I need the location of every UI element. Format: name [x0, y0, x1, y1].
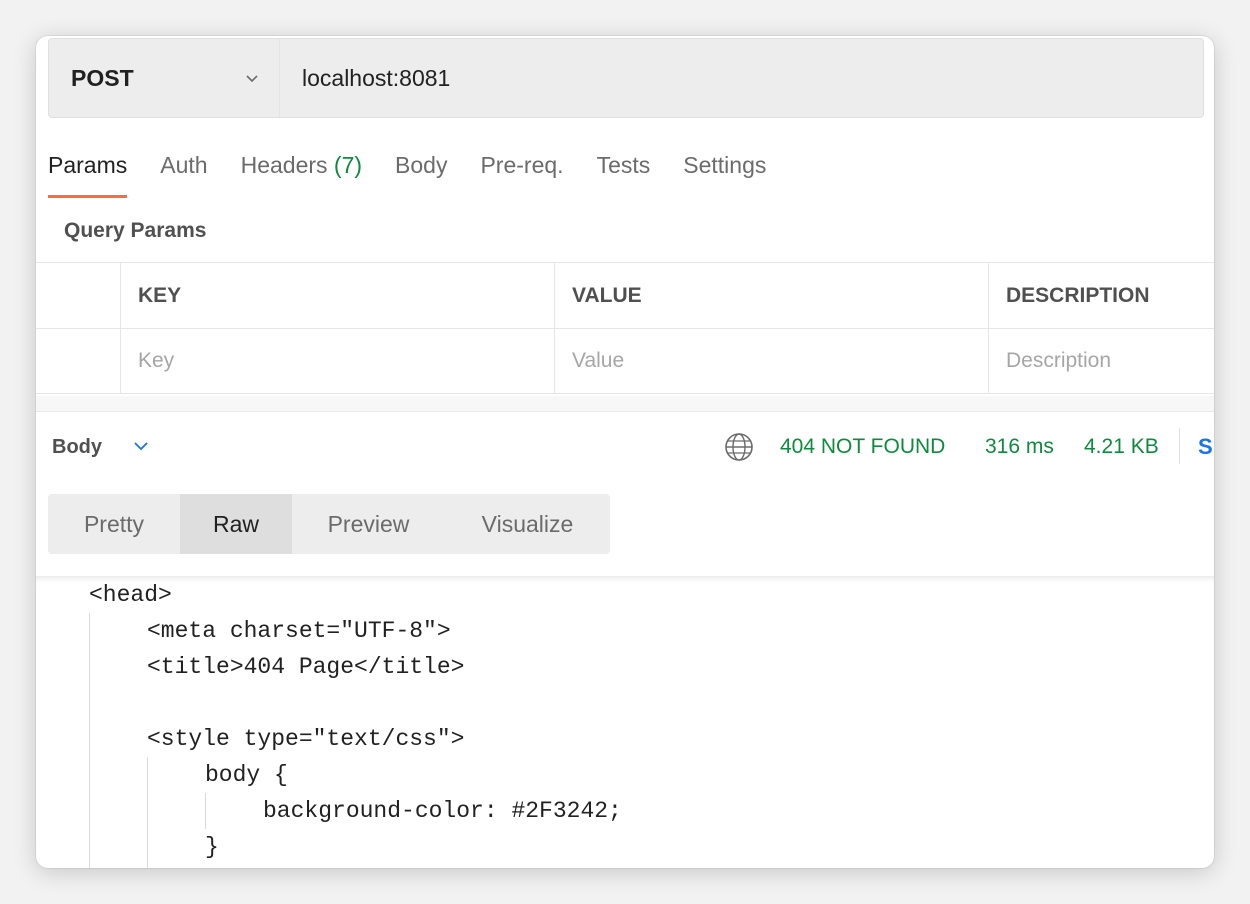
indent-guide [205, 793, 206, 829]
tab-headers[interactable]: Headers (7) [241, 148, 362, 198]
key-input[interactable]: Key [121, 329, 555, 393]
indent-guide [89, 613, 90, 868]
query-params-table: KEY VALUE DESCRIPTION Key Value Descript… [36, 262, 1214, 394]
column-header-value: VALUE [555, 263, 989, 328]
column-header-description: DESCRIPTION [1006, 283, 1150, 307]
response-body-editor[interactable]: <head> <meta charset="UTF-8"> <title>404… [36, 576, 1214, 868]
view-pretty-button[interactable]: Pretty [48, 494, 180, 554]
view-raw-button[interactable]: Raw [180, 494, 292, 554]
code-line: <style type="text/css"> [147, 726, 465, 752]
row-checkbox-cell [36, 329, 121, 393]
code-line: } [205, 834, 219, 860]
indent-guide [147, 757, 148, 868]
chevron-down-icon [246, 75, 258, 83]
tab-tests[interactable]: Tests [597, 148, 651, 198]
chevron-down-icon[interactable] [132, 438, 150, 454]
code-line: <title>404 Page</title> [147, 654, 465, 680]
response-size[interactable]: 4.21 KB [1084, 435, 1159, 459]
globe-icon[interactable] [724, 432, 754, 462]
method-label: POST [71, 64, 134, 91]
toolbar-divider [1179, 428, 1180, 464]
column-header-key: KEY [121, 263, 555, 328]
code-line: body { [205, 762, 288, 788]
view-visualize-button[interactable]: Visualize [445, 494, 610, 554]
table-header-row: KEY VALUE DESCRIPTION [36, 262, 1214, 328]
method-select[interactable]: POST [49, 39, 280, 117]
postman-window: POST localhost:8081 Params Auth Headers … [36, 36, 1214, 868]
tab-body[interactable]: Body [395, 148, 447, 198]
response-time[interactable]: 316 ms [985, 435, 1054, 459]
view-preview-button[interactable]: Preview [292, 494, 445, 554]
code-line: background-color: #2F3242; [263, 798, 622, 824]
value-input[interactable]: Value [555, 329, 989, 393]
tab-params[interactable]: Params [48, 148, 128, 198]
url-input[interactable]: localhost:8081 [280, 39, 450, 117]
pane-divider[interactable] [36, 396, 1214, 412]
code-line: <meta charset="UTF-8"> [147, 618, 451, 644]
headers-count: (7) [333, 152, 363, 178]
tab-pre-request[interactable]: Pre-req. [480, 148, 563, 198]
tab-auth[interactable]: Auth [160, 148, 207, 198]
response-body-label: Body [52, 436, 102, 458]
description-input[interactable]: Description [989, 329, 1214, 393]
response-bar: Body 404 NOT FOUND 316 ms 4.21 KB S [36, 416, 1214, 476]
request-tabs: Params Auth Headers (7) Body Pre-req. Te… [48, 148, 799, 198]
status-code[interactable]: 404 NOT FOUND [780, 435, 945, 459]
tab-settings[interactable]: Settings [683, 148, 766, 198]
table-row: Key Value Description [36, 328, 1214, 394]
request-url-bar: POST localhost:8081 [48, 38, 1204, 118]
body-view-mode-switch: Pretty Raw Preview Visualize [48, 494, 610, 554]
checkbox-column-header [36, 263, 121, 328]
query-params-title: Query Params [64, 219, 207, 242]
save-response-button[interactable]: S [1198, 434, 1213, 460]
code-line: <head> [89, 582, 172, 608]
